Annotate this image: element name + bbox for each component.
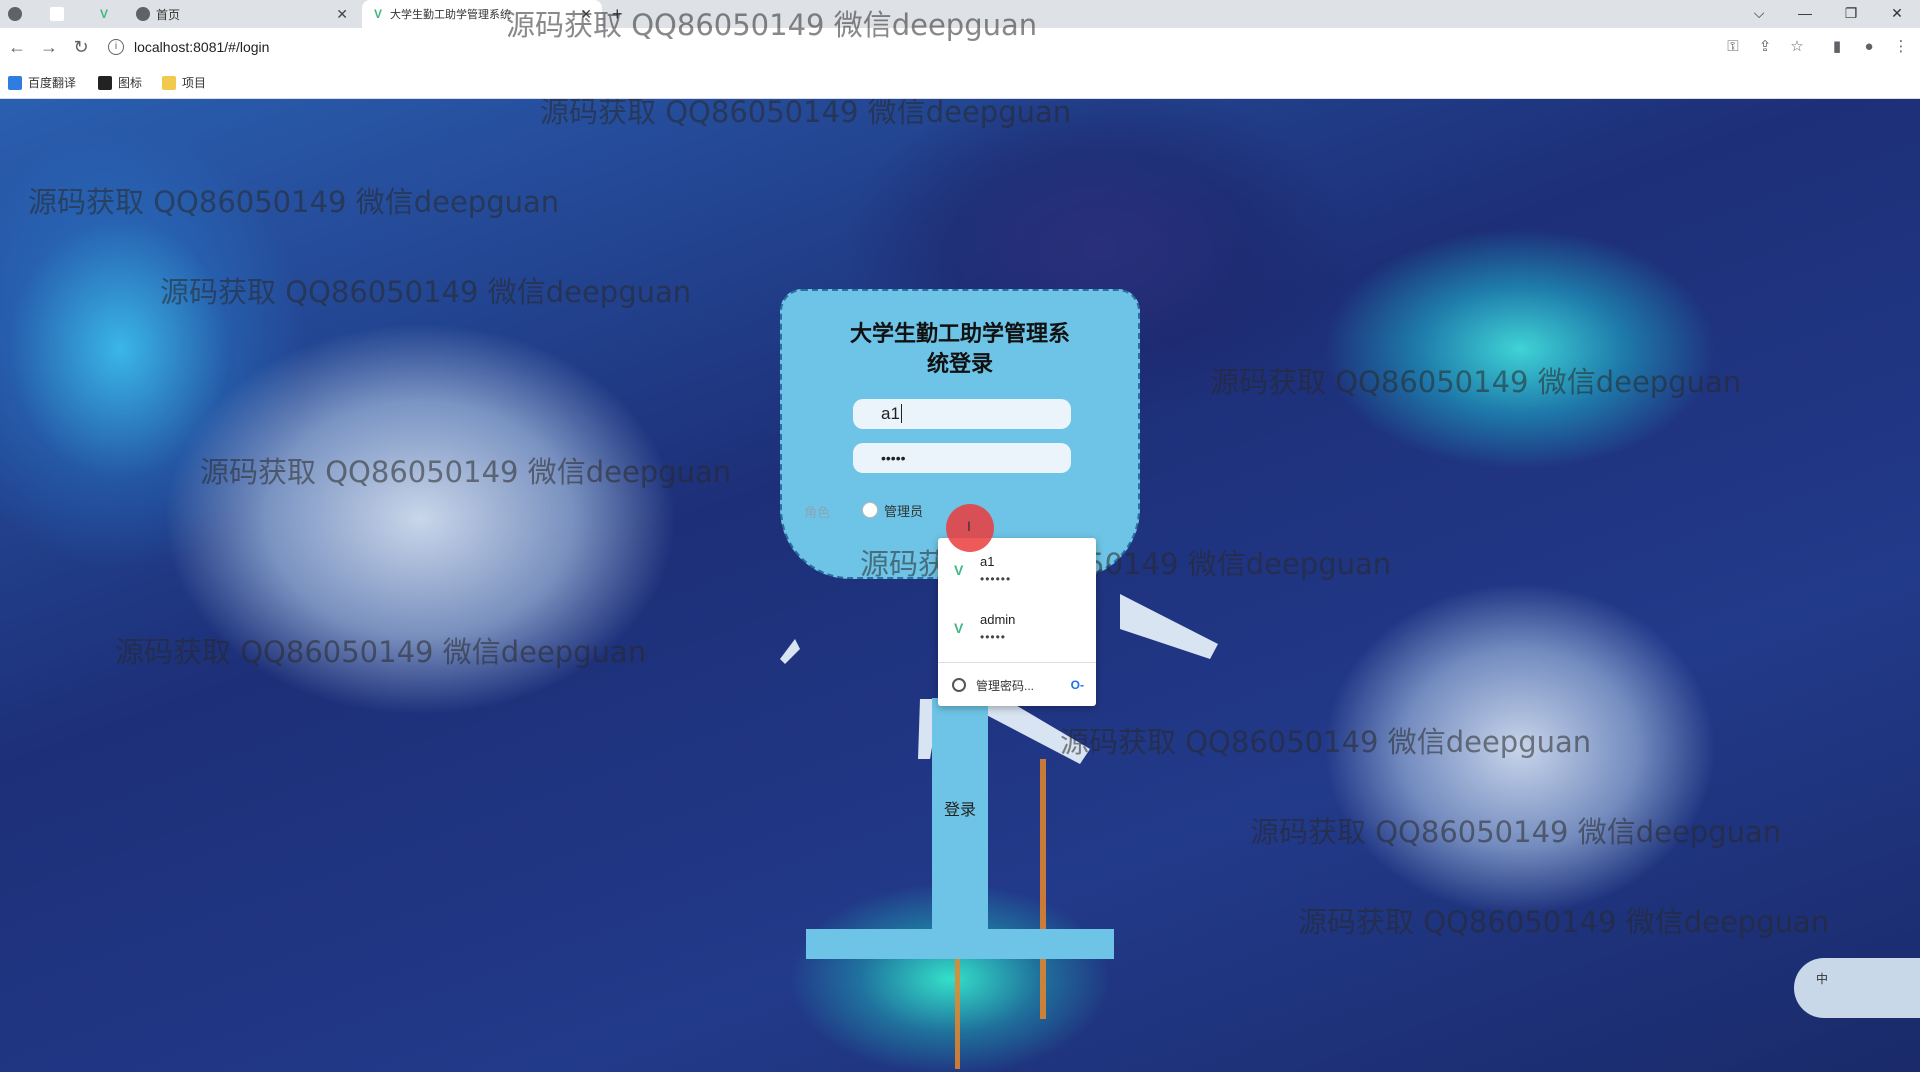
autofill-dropdown: V a1 •••••• V admin ••••• 管理密码... O‑ (938, 538, 1096, 706)
password-key-icon[interactable]: ⚿ (1724, 38, 1742, 56)
watermark: 源码获取 QQ86050149 微信deepguan (1250, 815, 1782, 849)
chrome-icon (952, 678, 966, 692)
login-base (806, 929, 1114, 959)
bookmark-project[interactable]: 项目 (162, 74, 206, 91)
globe-icon (8, 7, 22, 21)
share-icon[interactable]: ⇪ (1756, 38, 1774, 56)
close-icon[interactable]: ✕ (336, 6, 348, 23)
restore-icon[interactable]: ❐ (1828, 0, 1874, 28)
vue-icon: V (954, 562, 964, 578)
key-icon: O‑ (1070, 678, 1084, 692)
globe-icon (136, 7, 150, 21)
watermark: 源码获取 QQ86050149 微信deepguan (1210, 365, 1742, 399)
role-label: 角色 (804, 505, 831, 520)
tab-home-label: 首页 (156, 7, 181, 22)
page-title: 大学生勤工助学管理系 统登录 (849, 321, 1070, 376)
role-option-admin[interactable]: 管理员 (884, 501, 923, 520)
menu-icon[interactable]: ⋮ (1892, 38, 1910, 56)
login-button[interactable]: 登录 (932, 796, 988, 820)
ime-widget[interactable]: 中 (1794, 958, 1920, 1018)
forward-icon[interactable]: → (36, 34, 62, 60)
text-cursor-icon: I (967, 518, 971, 534)
manage-passwords-item[interactable]: 管理密码... O‑ (938, 666, 1096, 704)
tab-login-label: 大学生勤工助学管理系统 (390, 9, 512, 21)
bookmark-baidu-translate[interactable]: 百度翻译 (8, 74, 76, 91)
star-icon[interactable]: ☆ (1788, 38, 1806, 56)
window-controls: ⌵ — ❐ ✕ (1736, 0, 1920, 28)
role-radio-admin[interactable] (862, 502, 878, 518)
info-icon[interactable]: i (108, 39, 124, 55)
url-text: localhost:8081/#/login (134, 39, 270, 55)
watermark: 源码获取 QQ86050149 微信deepguan (160, 275, 692, 309)
vue-icon: V (954, 620, 964, 636)
blank-page-icon (50, 7, 64, 21)
image-icon (98, 75, 112, 90)
tab-search-icon[interactable]: ⌵ (1736, 0, 1782, 28)
username-input[interactable]: a1 (853, 399, 1071, 429)
watermark: 源码获取 QQ86050149 微信deepguan (1298, 905, 1830, 939)
password-input[interactable]: ••••• (853, 443, 1071, 473)
bookmarks-bar: 百度翻译 图标 项目 (0, 66, 1920, 99)
translate-icon (8, 75, 22, 90)
divider (938, 662, 1096, 663)
tab-blank[interactable] (42, 0, 88, 28)
autofill-entry[interactable]: V admin ••••• (938, 602, 1096, 656)
watermark: 源码获取 QQ86050149 微信deepguan (28, 185, 560, 219)
folder-icon (162, 75, 176, 90)
reload-icon[interactable]: ↻ (68, 34, 94, 60)
vue-icon: V (374, 7, 383, 21)
watermark: 源码获取 QQ86050149 微信deepguan (1060, 725, 1592, 759)
watermark: 源码获取 QQ86050149 微信deepguan (115, 635, 647, 669)
watermark: 源码获取 QQ86050149 微信deepguan (200, 455, 732, 489)
watermark: 源码获取 QQ86050149 微信deepguan (506, 8, 1038, 42)
tab-vue[interactable]: V (90, 0, 126, 28)
close-window-icon[interactable]: ✕ (1874, 0, 1920, 28)
profile-icon[interactable]: ● (1860, 38, 1878, 56)
ime-label: 中 (1816, 972, 1829, 986)
back-icon[interactable]: ← (4, 34, 30, 60)
autofill-entry[interactable]: V a1 •••••• (938, 544, 1096, 598)
vue-icon: V (100, 7, 109, 21)
tab-favicon-globe[interactable] (0, 0, 40, 28)
minimize-icon[interactable]: — (1782, 0, 1828, 28)
tab-home[interactable]: 首页 ✕ (128, 0, 358, 28)
bookmark-icons[interactable]: 图标 (98, 74, 142, 91)
watermark: 源码获取 QQ86050149 微信deepguan (540, 99, 1072, 129)
side-panel-icon[interactable]: ▮ (1828, 38, 1846, 56)
